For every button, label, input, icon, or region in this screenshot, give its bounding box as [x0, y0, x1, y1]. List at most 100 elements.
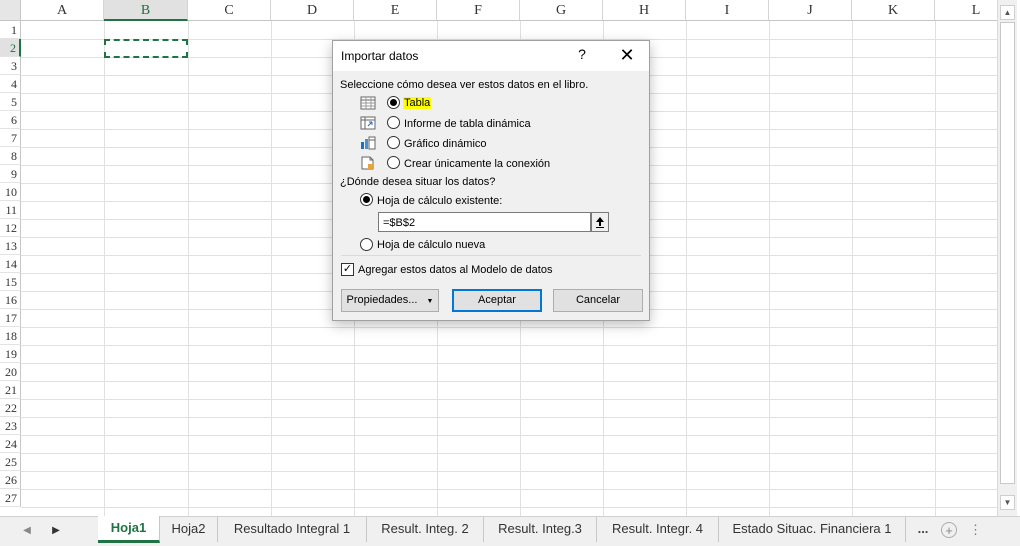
- column-header-l[interactable]: L: [935, 0, 997, 21]
- radio-hoja-nueva[interactable]: [360, 238, 373, 251]
- new-sheet-label[interactable]: Hoja de cálculo nueva: [377, 239, 485, 251]
- row-header-6[interactable]: 6: [0, 111, 21, 129]
- row-header-2[interactable]: 2: [0, 39, 21, 57]
- vertical-scrollbar[interactable]: ▲ ▼: [997, 0, 1017, 516]
- row-header-14[interactable]: 14: [0, 255, 21, 273]
- column-header-e[interactable]: E: [354, 0, 437, 21]
- row-header-4[interactable]: 4: [0, 75, 21, 93]
- column-header-i[interactable]: I: [686, 0, 769, 21]
- row-header-3[interactable]: 3: [0, 57, 21, 75]
- reference-field[interactable]: [378, 212, 591, 232]
- tab-options-icon[interactable]: ⋮: [969, 520, 982, 540]
- radio-hoja-existente[interactable]: [360, 193, 373, 206]
- row-header-24[interactable]: 24: [0, 435, 21, 453]
- row-header-12[interactable]: 12: [0, 219, 21, 237]
- help-icon[interactable]: ?: [574, 46, 590, 66]
- existing-sheet-label[interactable]: Hoja de cálculo existente:: [377, 195, 502, 207]
- row-header-13[interactable]: 13: [0, 237, 21, 255]
- row-header-18[interactable]: 18: [0, 327, 21, 345]
- data-model-label[interactable]: Agregar estos datos al Modelo de datos: [358, 264, 552, 276]
- row-header-5[interactable]: 5: [0, 93, 21, 111]
- row-header-19[interactable]: 19: [0, 345, 21, 363]
- active-cell-b2[interactable]: [104, 39, 188, 58]
- sheet-tab-estado-situac-financiera-1[interactable]: Estado Situac. Financiera 1: [719, 517, 906, 542]
- gridline: [104, 21, 105, 516]
- column-header-g[interactable]: G: [520, 0, 603, 21]
- scroll-down-icon[interactable]: ▼: [1000, 495, 1015, 510]
- gridline: [188, 21, 189, 516]
- accept-button[interactable]: Aceptar: [452, 289, 542, 312]
- column-header-c[interactable]: C: [188, 0, 271, 21]
- gridline: [21, 435, 997, 436]
- sheet-tab-result-integ-2[interactable]: Result. Integ. 2: [367, 517, 484, 542]
- row-header-9[interactable]: 9: [0, 165, 21, 183]
- reference-input[interactable]: [379, 214, 583, 232]
- radio-informe-tabla-dinamica[interactable]: [387, 116, 400, 129]
- row-header-27[interactable]: 27: [0, 489, 21, 507]
- gridline: [21, 399, 997, 400]
- dropdown-arrow-icon: ▼: [426, 298, 434, 305]
- radio-tabla[interactable]: [387, 96, 400, 109]
- option-informe-label[interactable]: Informe de tabla dinámica: [404, 118, 531, 130]
- add-sheet-icon[interactable]: +: [941, 522, 957, 538]
- gridline: [686, 21, 687, 516]
- row-header-25[interactable]: 25: [0, 453, 21, 471]
- row-header-20[interactable]: 20: [0, 363, 21, 381]
- gridline: [21, 453, 997, 454]
- location-prompt-label: ¿Dónde desea situar los datos?: [340, 176, 496, 188]
- column-header-h[interactable]: H: [603, 0, 686, 21]
- row-header-22[interactable]: 22: [0, 399, 21, 417]
- gridline: [935, 21, 936, 516]
- close-icon[interactable]: ✕: [617, 44, 637, 66]
- option-conexion-label[interactable]: Crear únicamente la conexión: [404, 158, 550, 170]
- radio-crear-conexion[interactable]: [387, 156, 400, 169]
- column-header-f[interactable]: F: [437, 0, 520, 21]
- row-header-8[interactable]: 8: [0, 147, 21, 165]
- row-header-1[interactable]: 1: [0, 21, 21, 39]
- sheet-tab-hoja1[interactable]: Hoja1: [98, 516, 160, 543]
- column-header-j[interactable]: J: [769, 0, 852, 21]
- more-tabs-button[interactable]: ...: [909, 517, 937, 542]
- tab-scroll-left-icon[interactable]: ◀: [17, 522, 37, 540]
- sheet-tab-resultado-integral-1[interactable]: Resultado Integral 1: [218, 517, 367, 542]
- sheet-tab-result-integr-4[interactable]: Result. Integr. 4: [597, 517, 719, 542]
- table-icon: [360, 96, 376, 110]
- row-header-21[interactable]: 21: [0, 381, 21, 399]
- row-header-10[interactable]: 10: [0, 183, 21, 201]
- import-data-dialog: Importar datos ? ✕ Seleccione cómo desea…: [332, 40, 650, 321]
- gridline: [21, 417, 997, 418]
- separator: [341, 255, 641, 256]
- sheet-tab-result-integ-3[interactable]: Result. Integ.3: [484, 517, 597, 542]
- dialog-title: Importar datos: [341, 49, 419, 63]
- option-grafico-label[interactable]: Gráfico dinámico: [404, 138, 487, 150]
- cancel-button[interactable]: Cancelar: [553, 289, 643, 312]
- column-header-a[interactable]: A: [21, 0, 104, 21]
- pivot-table-icon: [360, 116, 376, 130]
- row-header-26[interactable]: 26: [0, 471, 21, 489]
- properties-button[interactable]: Propiedades... ▼: [341, 289, 439, 312]
- column-header-b[interactable]: B: [104, 0, 188, 21]
- scroll-up-icon[interactable]: ▲: [1000, 5, 1015, 20]
- row-header-23[interactable]: 23: [0, 417, 21, 435]
- gridline: [21, 489, 997, 490]
- gridline: [769, 21, 770, 516]
- dialog-titlebar[interactable]: Importar datos ? ✕: [333, 41, 649, 71]
- gridline: [21, 507, 997, 508]
- tab-scroll-right-icon[interactable]: ▶: [46, 522, 66, 540]
- radio-grafico-dinamico[interactable]: [387, 136, 400, 149]
- row-header-11[interactable]: 11: [0, 201, 21, 219]
- select-all-corner[interactable]: [0, 0, 21, 21]
- scrollbar-thumb[interactable]: [1000, 22, 1015, 484]
- column-header-k[interactable]: K: [852, 0, 935, 21]
- option-tabla-label[interactable]: Tabla: [403, 97, 432, 109]
- row-header-7[interactable]: 7: [0, 129, 21, 147]
- row-header-16[interactable]: 16: [0, 291, 21, 309]
- sheet-tab-hoja2[interactable]: Hoja2: [160, 517, 218, 542]
- connection-icon: [361, 156, 374, 170]
- row-header-15[interactable]: 15: [0, 273, 21, 291]
- sheet-tab-bar: ◀ ▶ Hoja1 Hoja2 Resultado Integral 1 Res…: [0, 516, 1020, 546]
- row-header-17[interactable]: 17: [0, 309, 21, 327]
- collapse-dialog-icon[interactable]: [591, 212, 609, 232]
- data-model-checkbox[interactable]: ✓: [341, 263, 354, 276]
- column-header-d[interactable]: D: [271, 0, 354, 21]
